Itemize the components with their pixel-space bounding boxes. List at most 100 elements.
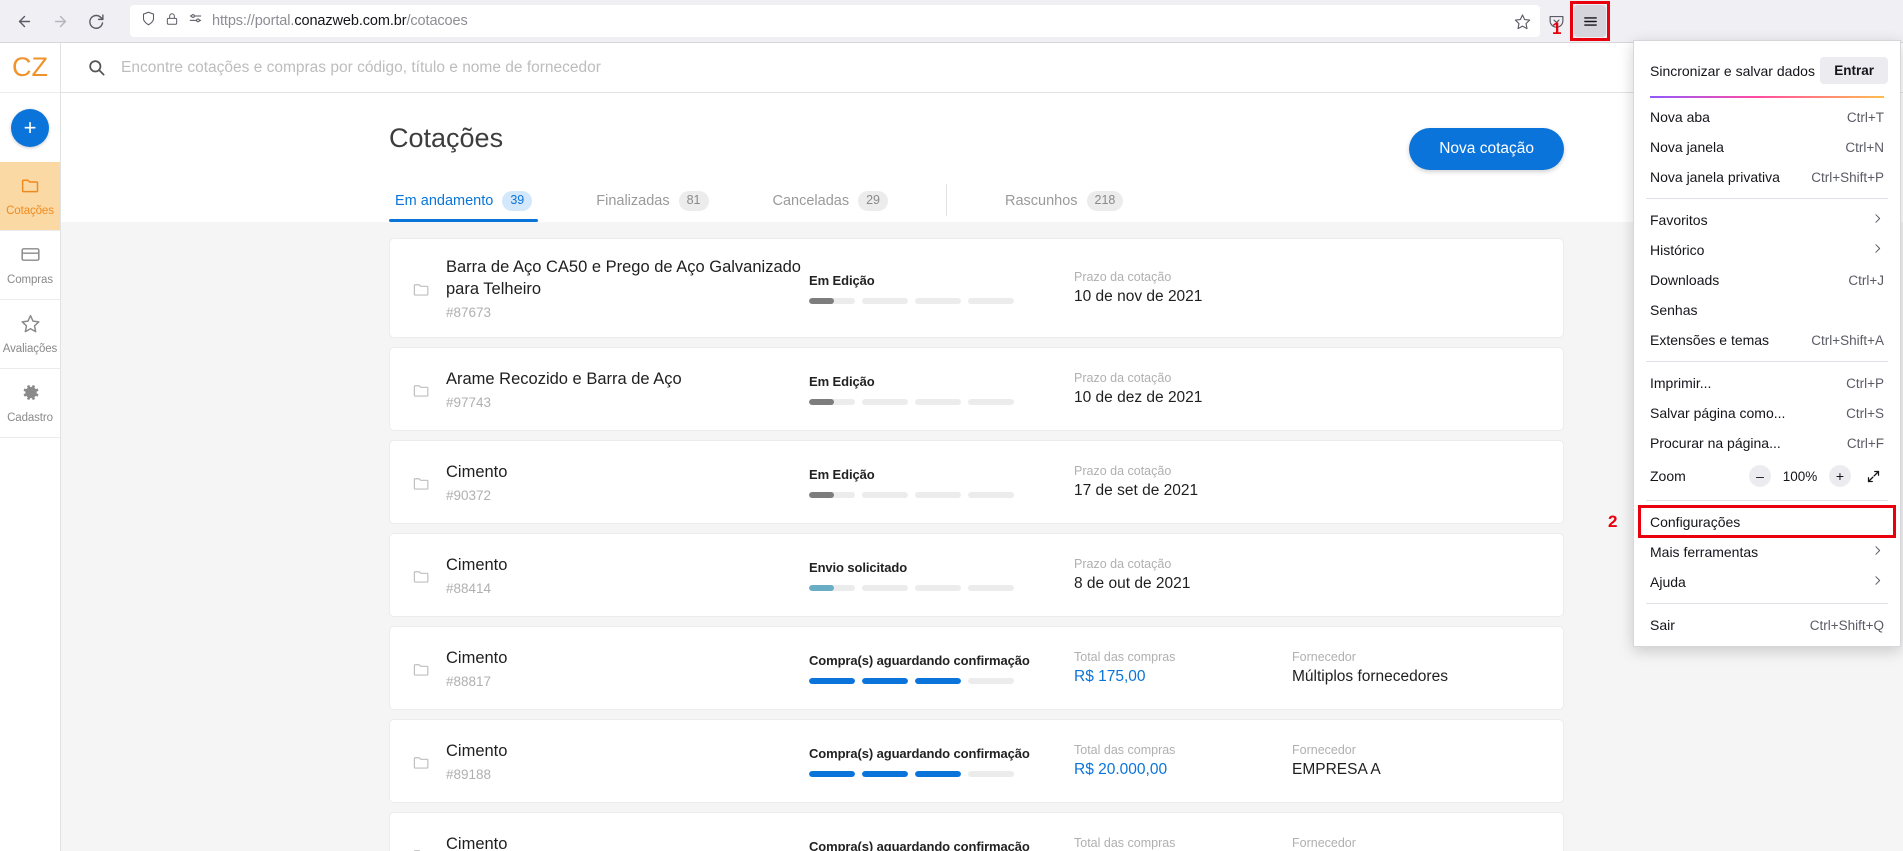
menu-item-label: Downloads [1650,272,1720,288]
field-label: Prazo da cotação [1074,371,1172,385]
menu-item-label: Procurar na página... [1650,435,1781,451]
menu-item-configuracoes[interactable]: Configurações 2 [1608,505,1900,538]
quotation-status: Compra(s) aguardando confirmação [809,652,1030,668]
quotation-title-col: Cimento #89188 [446,740,809,782]
quotation-title-col: Cimento #88817 [446,647,809,689]
reload-button[interactable] [80,5,112,37]
field-value: Múltiplos fornecedores [1292,668,1448,685]
toolbar-right-buttons: 1 [1540,1,1612,41]
zoom-in-button[interactable]: + [1829,465,1851,487]
folder-icon [412,565,446,586]
lock-icon[interactable] [165,12,179,31]
menu-item-shortcut: Ctrl+P [1846,375,1884,391]
quotation-code: #90372 [446,488,492,504]
hamburger-menu-icon[interactable] [1574,5,1606,37]
menu-item-label: Sair [1650,617,1675,633]
zoom-out-button[interactable]: – [1749,465,1771,487]
sidebar-item-avaliacoes[interactable]: Avaliações [0,300,60,369]
tab-count: 29 [858,191,888,211]
progress-segment [809,297,855,304]
quotation-field-1: Total das compras R$ 175,00 [1074,650,1292,686]
quotation-row[interactable]: Cimento #89188 Compra(s) aguardando confir… [389,719,1564,803]
quotation-row[interactable]: Cimento #88414 Envio solicitado Prazo da co… [389,533,1564,617]
fullscreen-icon[interactable] [1862,465,1884,487]
quotation-code: #88414 [446,581,492,597]
menu-item-shortcut: Ctrl+F [1846,435,1884,451]
menu-items-bottom: Configurações 2 Mais ferramentas Ajuda Sair C… [1608,505,1900,640]
url-text[interactable]: https://portal.conazweb.com.br/cotacoes [212,13,468,29]
menu-item-senhas[interactable]: Senhas [1634,295,1900,325]
tab-canceladas[interactable]: Canceladas 29 [767,191,894,222]
menu-item-nova-aba[interactable]: Nova aba Ctrl+T [1634,102,1900,132]
field-label: Fornecedor [1292,650,1356,664]
sidebar-item-compras[interactable]: Compras [0,231,60,300]
tab-rascunhos[interactable]: Rascunhos 218 [999,191,1129,222]
menu-item-mais-ferramentas[interactable]: Mais ferramentas [1634,537,1900,567]
tab-finalizadas[interactable]: Finalizadas 81 [590,191,714,222]
browser-toolbar: https://portal.conazweb.com.br/cotacoes … [0,0,1903,43]
menu-item-zoom[interactable]: Zoom – 100% + [1634,458,1900,494]
quotation-row[interactable]: Cimento #90372 Em Edição Prazo da cotação 17… [389,440,1564,524]
menu-item-shortcut: Ctrl+S [1846,405,1884,421]
tab-count: 218 [1086,191,1124,211]
new-quotation-button[interactable]: Nova cotação [1409,128,1564,170]
progress-segment [915,398,961,405]
tabs: Em andamento 39 Finalizadas 81 Cancelada… [389,180,1564,222]
quotation-field-1: Prazo da cotação 17 de set de 2021 [1074,464,1292,500]
menu-separator [1646,198,1888,199]
quotation-title-col: Cimento #88414 [446,554,809,596]
quotation-row[interactable]: Barra de Aço CA50 e Prego de Aço Galvani… [389,238,1564,338]
field-label: Prazo da cotação [1074,557,1172,571]
url-bar[interactable]: https://portal.conazweb.com.br/cotacoes [130,5,1540,37]
progress-segment [968,398,1014,405]
tab-label: Rascunhos [1004,193,1078,210]
app-topbar: Casa Geminad [61,42,1903,93]
menu-item-favoritos[interactable]: Favoritos [1634,205,1900,235]
field-label: Fornecedor [1292,743,1356,757]
menu-separator [1646,603,1888,604]
menu-item-imprimir[interactable]: Imprimir... Ctrl+P [1634,368,1900,398]
folder-icon [412,379,446,400]
progress-bar [809,398,1074,405]
quotation-row[interactable]: Cimento #88817 Compra(s) aguardando confir… [389,626,1564,710]
urlbar-indicators [138,11,212,31]
menu-item-extensoes-e-temas[interactable]: Extensões e temas Ctrl+Shift+A [1634,325,1900,355]
add-button[interactable]: + [11,108,49,147]
progress-segment [862,584,908,591]
shield-icon[interactable] [141,11,156,31]
sign-in-button[interactable]: Entrar [1820,57,1888,84]
tab-label: Canceladas [772,193,850,210]
progress-bar [809,584,1074,591]
menu-item-shortcut: Ctrl+N [1845,139,1884,155]
permissions-icon[interactable] [188,11,203,31]
menu-item-ajuda[interactable]: Ajuda [1634,567,1900,597]
quotation-row[interactable]: Cimento#89274Compra(s) aguardando confir… [389,812,1564,851]
folder-icon [412,844,446,851]
sidebar-item-cotacoes[interactable]: Cotações [0,162,60,231]
search-input[interactable] [121,58,821,77]
menu-item-nova-janela-privativa[interactable]: Nova janela privativa Ctrl+Shift+P [1634,162,1900,192]
tab-label: Finalizadas [596,193,670,210]
menu-item-shortcut: Ctrl+J [1848,272,1884,288]
menu-item-nova-janela[interactable]: Nova janela Ctrl+N [1634,132,1900,162]
menu-item-historico[interactable]: Histórico [1634,235,1900,265]
quotation-field-1: Prazo da cotação 8 de out de 2021 [1074,557,1292,593]
back-button[interactable] [8,5,40,37]
menu-item-procurar-na-pagina[interactable]: Procurar na página... Ctrl+F [1634,428,1900,458]
quotation-status: Em Edição [809,272,875,288]
tab-em-andamento[interactable]: Em andamento 39 [389,191,539,222]
menu-item-sair[interactable]: Sair Ctrl+Shift+Q [1634,610,1900,640]
quotation-field-1: Prazo da cotação 10 de nov de 2021 [1074,270,1292,306]
sidebar-item-label: Cadastro [7,412,53,424]
zoom-label: Zoom [1650,468,1686,484]
quotation-row[interactable]: Arame Recozido e Barra de Aço #97743 Em Ed… [389,347,1564,431]
app-logo[interactable]: CZ [0,43,60,93]
menu-item-salvar-pagina-como[interactable]: Salvar página como... Ctrl+S [1634,398,1900,428]
sidebar-item-cadastro[interactable]: Cadastro [0,369,60,438]
menu-item-sync[interactable]: Sincronizar e salvar dados Entrar [1634,47,1900,96]
sidebar-item-label: Compras [7,274,53,286]
star-icon[interactable] [1508,7,1536,35]
forward-button[interactable] [44,5,76,37]
menu-item-shortcut: Ctrl+Shift+P [1811,169,1884,185]
menu-item-downloads[interactable]: Downloads Ctrl+J [1634,265,1900,295]
